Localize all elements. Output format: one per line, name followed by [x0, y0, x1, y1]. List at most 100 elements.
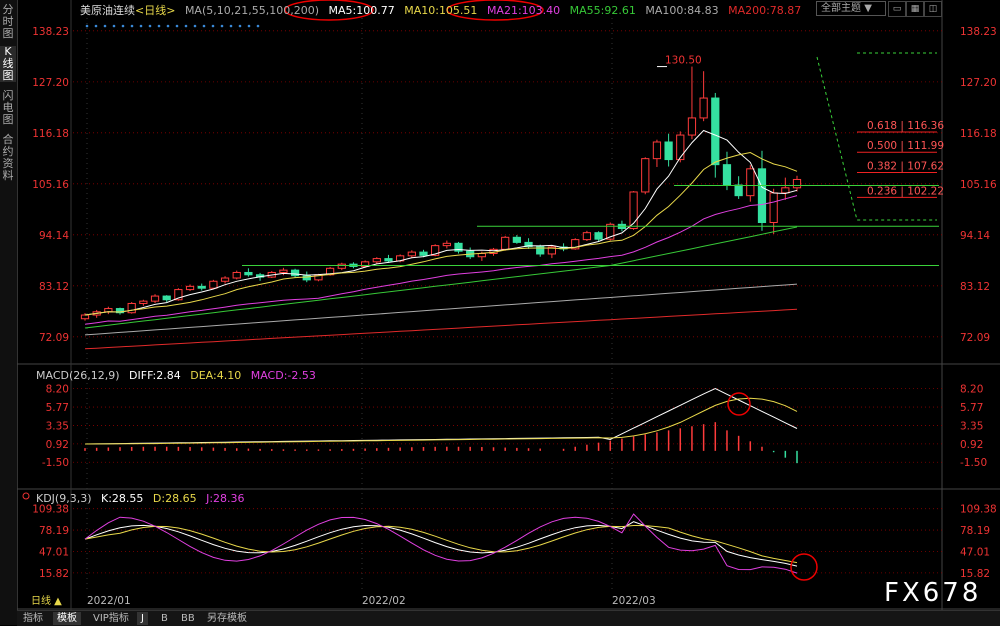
tab-flash[interactable]: 闪电图 [0, 90, 16, 126]
candle-body [792, 178, 802, 189]
ma200-value: MA200:78.87 [728, 4, 802, 17]
candle-body [512, 236, 521, 243]
kdj-tick-right: 78.19 [960, 525, 990, 537]
chart-area[interactable]: 138.23 138.23 127.20 127.20 116.18 116.18 105.… [17, 0, 1000, 610]
signal-dot [157, 24, 161, 28]
candle-body [407, 251, 416, 257]
candle-body [734, 184, 743, 197]
signal-dot [211, 24, 215, 28]
highlight-circle [790, 553, 818, 581]
macd-tick-right: 3.35 [960, 420, 983, 432]
candle-body [150, 295, 160, 302]
candle-body [722, 164, 732, 186]
tab-timeshare[interactable]: 分时图 [0, 4, 16, 40]
candle-body [80, 314, 90, 320]
signal-dot [238, 24, 242, 28]
tab-contract-info[interactable]: 合约资料 [0, 134, 16, 182]
signal-dot [256, 24, 260, 28]
candle-body [279, 269, 288, 273]
period-button[interactable]: 日线 ▲ [27, 595, 66, 608]
fib-label: 0.618 | 116.36 [867, 120, 944, 132]
split-icon[interactable]: ◫ [924, 1, 942, 17]
candle-body [652, 141, 662, 160]
tab-bb[interactable]: BB [177, 612, 199, 625]
fib-label: 0.236 | 102.22 [867, 185, 944, 197]
candle-body [641, 158, 650, 193]
price-tick-right: 105.16 [960, 179, 997, 191]
macd-tick-left: 0.92 [46, 439, 69, 451]
price-tick-left: 138.23 [32, 26, 69, 38]
price-tick-left: 94.14 [39, 230, 69, 242]
ma55-line [84, 226, 798, 329]
tab-indicators[interactable]: 指标 [19, 612, 47, 625]
tab-kline[interactable]: K线图 [0, 46, 16, 82]
chevron-down-icon: ▼ [864, 3, 872, 14]
candle-body [419, 251, 428, 256]
tab-j[interactable]: J [137, 612, 148, 625]
macd-legend: MACD(26,12,9) DIFF:2.84 DEA:4.10 MACD:-2… [36, 369, 322, 382]
watermark-logo: FX678 [884, 578, 982, 608]
kdj-j: J:28.36 [206, 492, 245, 505]
signal-dot [103, 24, 107, 28]
price-tick-right: 116.18 [960, 128, 997, 140]
macd-value: MACD:-2.53 [250, 369, 316, 382]
price-tick-right: 83.12 [960, 281, 990, 293]
macd-tick-left: 8.20 [46, 384, 69, 396]
signal-dot [193, 24, 197, 28]
signal-dot [112, 24, 116, 28]
ma10-value: MA10:105.51 [404, 4, 478, 17]
kdj-tick-left: 78.19 [39, 525, 69, 537]
candle-body [594, 232, 603, 240]
candle-body [699, 97, 708, 119]
restore-icon[interactable]: ▭ [888, 1, 906, 17]
candle-body [127, 302, 136, 314]
price-tick-left: 83.12 [39, 281, 69, 293]
macd-tick-right: 5.77 [960, 402, 983, 414]
macd-tick-right: -1.50 [960, 457, 987, 469]
tab-vip-indicators[interactable]: VIP指标 [89, 612, 133, 625]
signal-dot [247, 24, 251, 28]
kdj-title: KDJ(9,3,3) [36, 492, 92, 505]
signal-dot [166, 24, 170, 28]
kdj-tick-right: 109.38 [960, 504, 997, 516]
candle-body [139, 300, 148, 304]
kdj-tick-left: 47.01 [39, 546, 69, 558]
candle-body [209, 280, 218, 289]
ma100-line [84, 283, 798, 336]
grid-icon[interactable]: ▦ [906, 1, 924, 17]
ma21-value: MA21:103.40 [486, 4, 561, 17]
candle-body [676, 134, 685, 161]
macd-diff: DIFF:2.84 [129, 369, 181, 382]
ma5-value: MA5:100.77 [328, 4, 395, 17]
macd-tick-right: 0.92 [960, 439, 983, 451]
candle-body [664, 141, 673, 161]
x-tick-label: 2022/01 [87, 595, 131, 607]
ma10-line [84, 151, 798, 316]
x-tick-label: 2022/02 [362, 595, 406, 607]
macd-diff-line [84, 388, 798, 445]
kdj-tick-left: 15.82 [39, 568, 69, 580]
macd-tick-left: -1.50 [42, 457, 69, 469]
peak-label: 130.50 [665, 54, 702, 66]
kdj-k: K:28.55 [101, 492, 144, 505]
candle-body [757, 168, 767, 223]
ma-params: MA(5,10,21,55,100,200) [184, 4, 319, 17]
kdj-tick-left: 109.38 [32, 504, 69, 516]
tab-save-template[interactable]: 另存模板 [203, 612, 251, 625]
candle-body [162, 295, 171, 301]
candle-body [244, 271, 253, 276]
candle-body [477, 252, 486, 258]
candle-body [220, 277, 230, 282]
candle-body [384, 258, 393, 262]
candle-body [769, 192, 778, 223]
tab-templates[interactable]: 模板 [53, 612, 81, 625]
macd-tick-right: 8.20 [960, 384, 983, 396]
bottom-toolbar: 日线 ▲ 指标 模板 VIP指标 J B BB 另存模板 [17, 595, 1000, 626]
price-tick-left: 127.20 [32, 77, 69, 89]
theme-select[interactable]: 全部主题 ▼ [816, 1, 886, 16]
tab-b[interactable]: B [157, 612, 172, 625]
signal-dot [139, 24, 143, 28]
sidebar: 分时图 K线图 闪电图 合约资料 [0, 0, 18, 625]
ma100-value: MA100:84.83 [645, 4, 719, 17]
candle-body [746, 168, 755, 197]
